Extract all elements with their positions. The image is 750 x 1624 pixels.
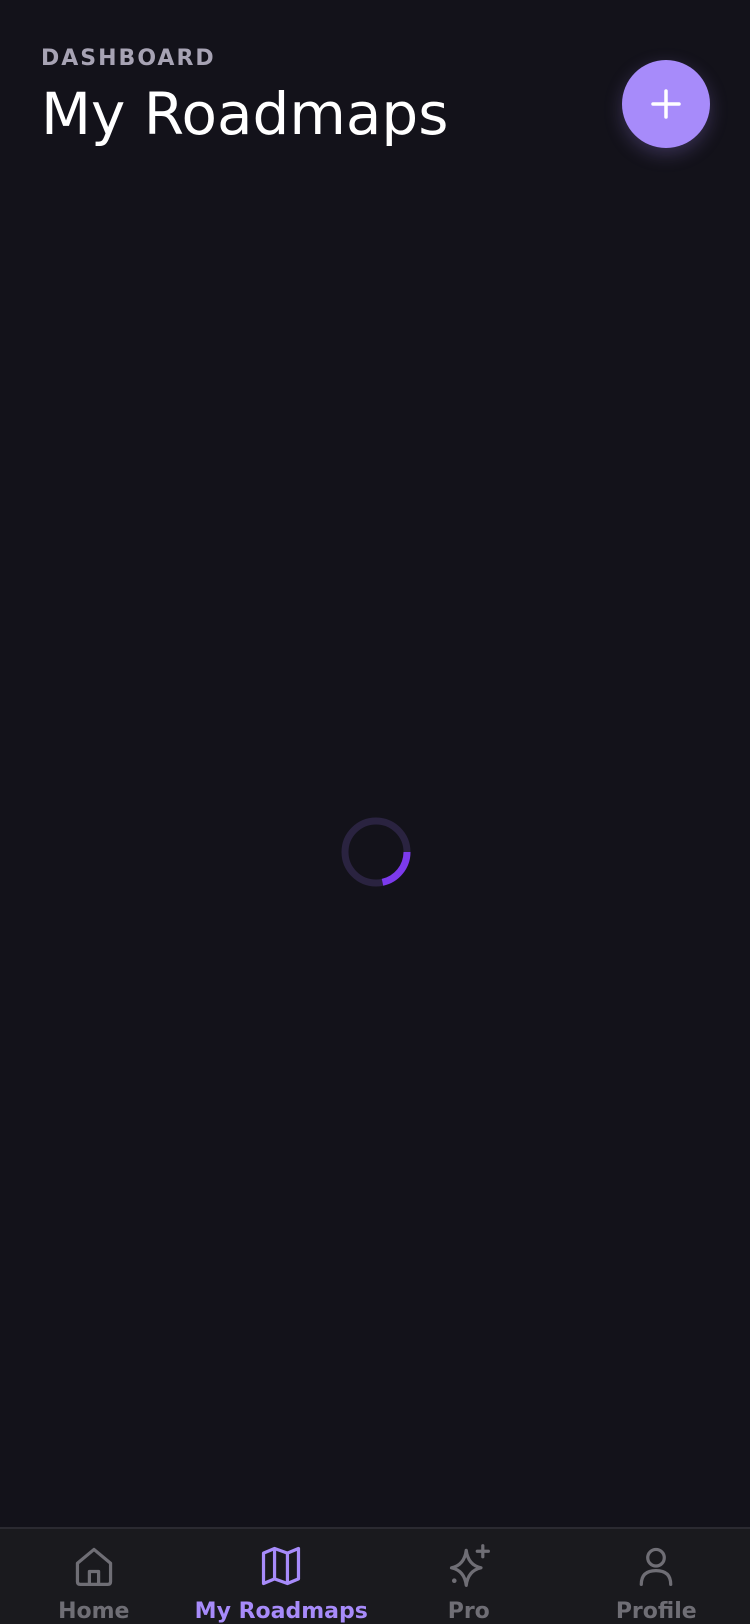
tab-profile[interactable]: Profile — [563, 1529, 750, 1624]
page-title: My Roadmaps — [41, 80, 449, 148]
screen: DASHBOARD My Roadmaps Home My Roadmaps P… — [0, 0, 750, 1624]
home-icon — [75, 1547, 112, 1587]
section-eyebrow: DASHBOARD — [41, 46, 216, 71]
tab-pro[interactable]: Pro — [375, 1529, 563, 1624]
header: DASHBOARD My Roadmaps — [41, 46, 448, 148]
map-icon — [262, 1546, 301, 1586]
tab-pro-label: Pro — [447, 1599, 490, 1624]
tab-home-label: Home — [58, 1599, 130, 1624]
tab-home[interactable]: Home — [0, 1529, 188, 1624]
user-icon — [639, 1547, 673, 1587]
tab-my-roadmaps[interactable]: My Roadmaps — [188, 1529, 376, 1624]
loading-spinner — [341, 817, 411, 887]
sparkle-icon — [449, 1544, 490, 1587]
add-roadmap-button[interactable] — [622, 60, 710, 148]
tab-my-roadmaps-label: My Roadmaps — [194, 1599, 368, 1624]
plus-icon — [651, 89, 681, 119]
tab-profile-label: Profile — [615, 1599, 697, 1624]
bottom-tab-bar: Home My Roadmaps Pro Profile — [0, 1527, 750, 1624]
